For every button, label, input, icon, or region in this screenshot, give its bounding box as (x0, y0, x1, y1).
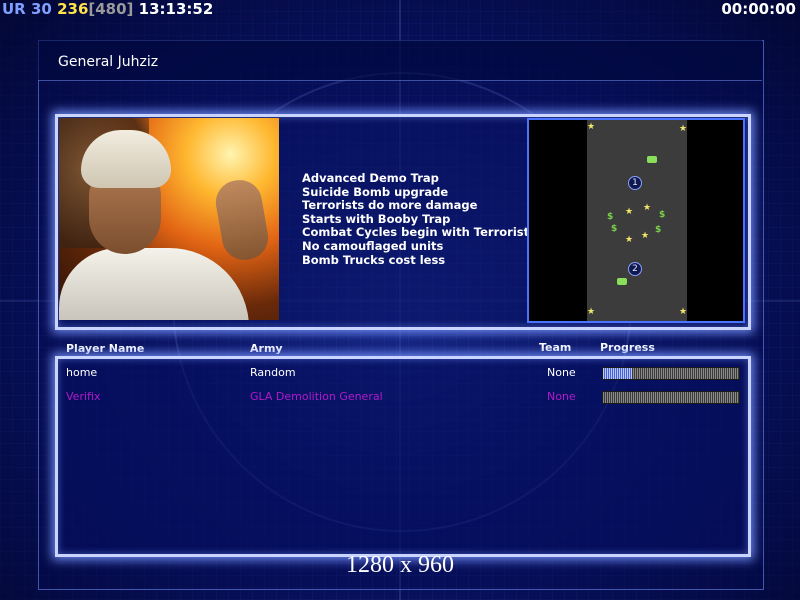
player-name: home (66, 366, 98, 379)
portrait-robe (59, 248, 249, 320)
trait-item: Bomb Trucks cost less (302, 252, 446, 267)
oil-derrick-icon: ★ (625, 235, 634, 245)
portrait-hand (212, 176, 272, 264)
loading-progress-fill (603, 368, 632, 379)
column-header-player-name: Player Name (66, 342, 145, 355)
start-position-2[interactable]: 2 (628, 262, 642, 276)
player-team: None (547, 390, 576, 403)
oil-derrick-icon: ★ (587, 307, 596, 317)
loading-progress-bar (602, 367, 740, 380)
hud-ur-value: 30 (30, 0, 52, 18)
general-traits-list: Advanced Demo Trap Suicide Bomb upgrade … (302, 171, 530, 267)
oil-derrick-icon: ★ (625, 207, 634, 217)
minimap-terrain (587, 120, 687, 321)
supply-dock-icon: $ (655, 225, 662, 235)
oil-derrick-icon: ★ (679, 124, 688, 134)
oil-derrick-icon: ★ (641, 231, 650, 241)
player-name: Verifix (66, 390, 101, 403)
resolution-label: 1280 x 960 (346, 552, 454, 578)
trait-item: No camouflaged units (302, 238, 444, 253)
table-row: home Random None (0, 366, 800, 386)
trait-item: Terrorists do more damage (302, 198, 478, 213)
start-position-1[interactable]: 1 (628, 176, 642, 190)
supply-pile-icon (647, 156, 657, 163)
title-bar: General Juhziz (38, 40, 762, 81)
supply-dock-icon: $ (607, 212, 614, 222)
general-portrait (59, 118, 279, 320)
hud-money-cap: [480] (88, 0, 134, 18)
table-row: Verifix GLA Demolition General None (0, 390, 800, 410)
supply-dock-icon: $ (611, 224, 618, 234)
loading-progress-bar (602, 391, 740, 404)
trait-item: Suicide Bomb upgrade (302, 184, 449, 199)
player-army: Random (250, 366, 296, 379)
column-header-army: Army (250, 342, 283, 355)
hud-money: 236 (57, 0, 89, 18)
hud-ur-label: UR (2, 0, 26, 18)
oil-derrick-icon: ★ (679, 307, 688, 317)
player-team: None (547, 366, 576, 379)
hud-clock: 13:13:52 (138, 0, 214, 18)
player-list-panel (55, 356, 751, 557)
column-header-team: Team (539, 341, 572, 354)
minimap: ★ ★ ★ ★ ★ ★ ★ ★ $ $ $ $ 1 2 (527, 118, 745, 323)
supply-dock-icon: $ (659, 210, 666, 220)
supply-pile-icon (617, 278, 627, 285)
trait-item: Advanced Demo Trap (302, 171, 439, 185)
portrait-headscarf (81, 130, 171, 188)
trait-item: Combat Cycles begin with Terrorist (302, 225, 530, 240)
hud-timer: 00:00:00 (721, 0, 796, 18)
player-army: GLA Demolition General (250, 390, 383, 403)
column-header-progress: Progress (600, 341, 655, 354)
oil-derrick-icon: ★ (643, 203, 652, 213)
general-name: General Juhziz (58, 54, 159, 70)
hud-status: UR 30 236[480] 13:13:52 (2, 0, 213, 18)
trait-item: Starts with Booby Trap (302, 211, 451, 226)
oil-derrick-icon: ★ (587, 122, 596, 132)
